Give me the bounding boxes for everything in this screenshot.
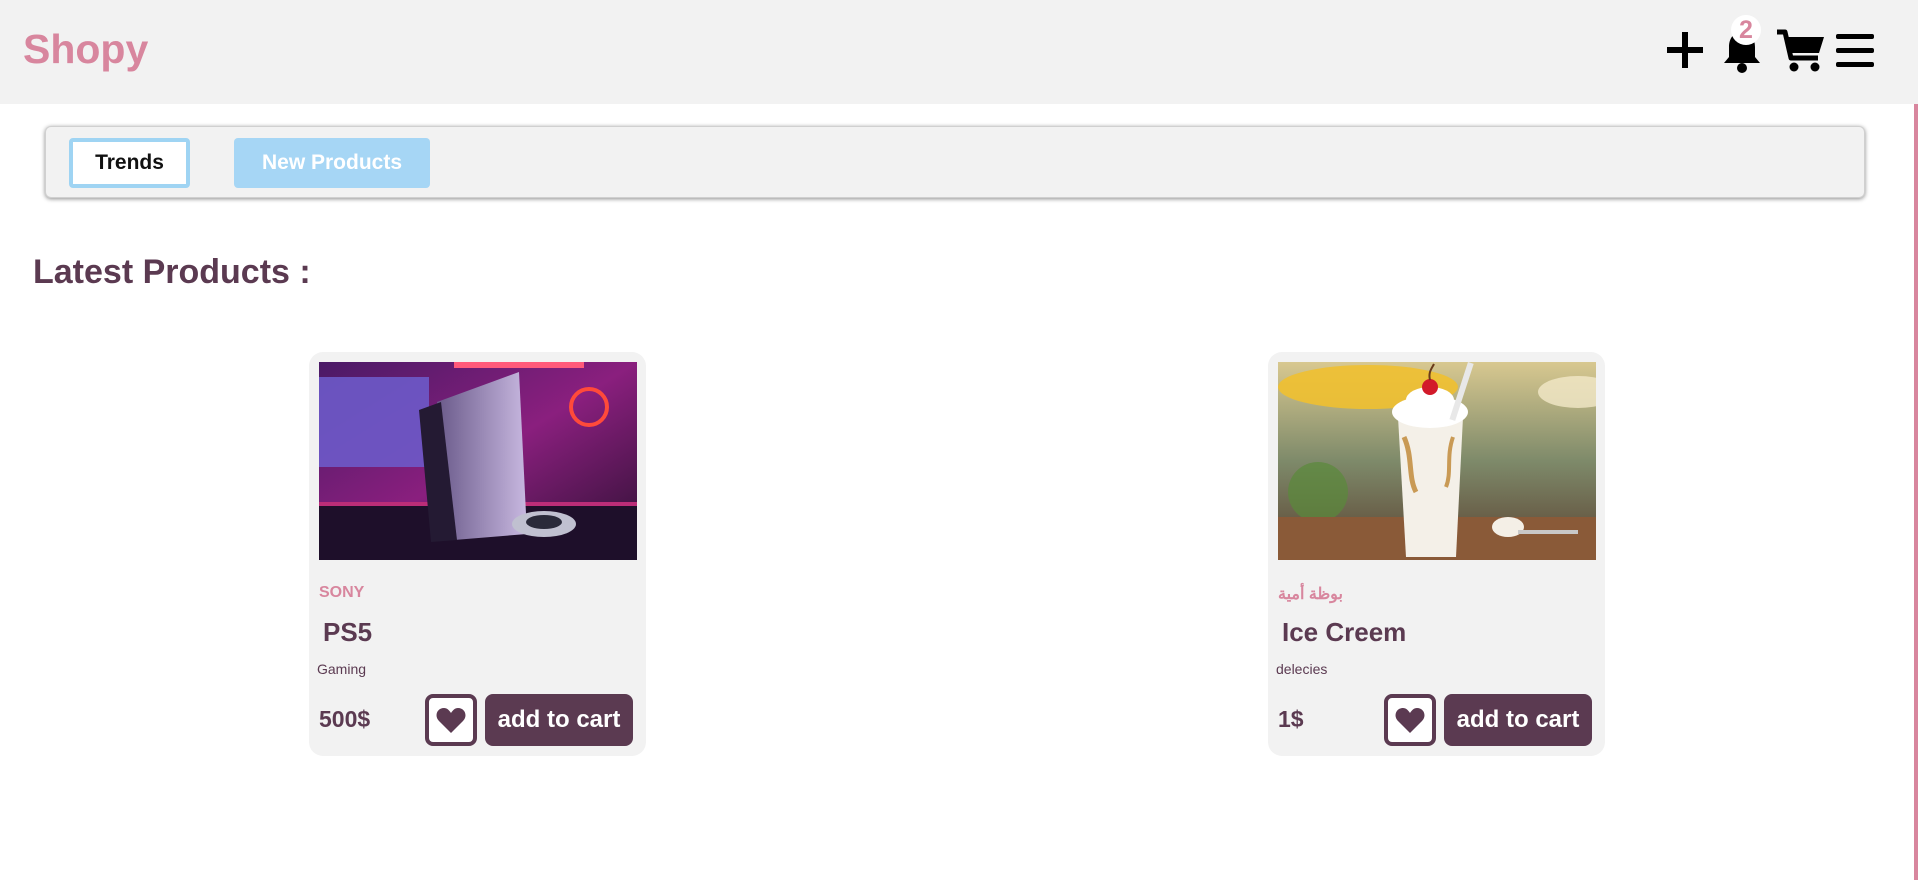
product-price: 500$ [319, 706, 371, 732]
product-card: SONY PS5 Gaming 500$ add to cart [309, 352, 646, 756]
product-price: 1$ [1278, 706, 1304, 732]
notification-badge: 2 [1731, 15, 1761, 45]
product-brand: SONY [319, 584, 365, 601]
product-image[interactable] [319, 362, 637, 560]
section-title: Latest Products : [33, 253, 311, 291]
favorite-button[interactable] [425, 694, 477, 746]
product-category: delecies [1276, 661, 1328, 677]
add-to-cart-button[interactable]: add to cart [1444, 694, 1592, 746]
product-name[interactable]: Ice Creem [1282, 617, 1406, 648]
cart-icon[interactable] [1776, 28, 1826, 74]
tab-bar: Trends New Products [45, 126, 1865, 198]
scrollbar[interactable] [1914, 104, 1918, 880]
favorite-button[interactable] [1384, 694, 1436, 746]
product-image[interactable] [1278, 362, 1596, 560]
product-card: بوظة أمية Ice Creem delecies 1$ add to c… [1268, 352, 1605, 756]
product-category: Gaming [317, 661, 367, 677]
product-name[interactable]: PS5 [323, 617, 372, 648]
heart-icon [436, 708, 466, 733]
add-to-cart-button[interactable]: add to cart [485, 694, 633, 746]
plus-icon[interactable] [1664, 28, 1706, 72]
top-navbar: Shopy 2 [0, 0, 1918, 104]
product-brand: بوظة أمية [1278, 586, 1343, 603]
hamburger-menu-icon[interactable] [1832, 28, 1878, 74]
tab-trends[interactable]: Trends [69, 138, 190, 188]
logo[interactable]: Shopy [23, 26, 148, 73]
page: Shopy 2 Trends New Products Latest Produ… [0, 0, 1918, 880]
tab-new-products[interactable]: New Products [234, 138, 430, 188]
heart-icon [1395, 708, 1425, 733]
